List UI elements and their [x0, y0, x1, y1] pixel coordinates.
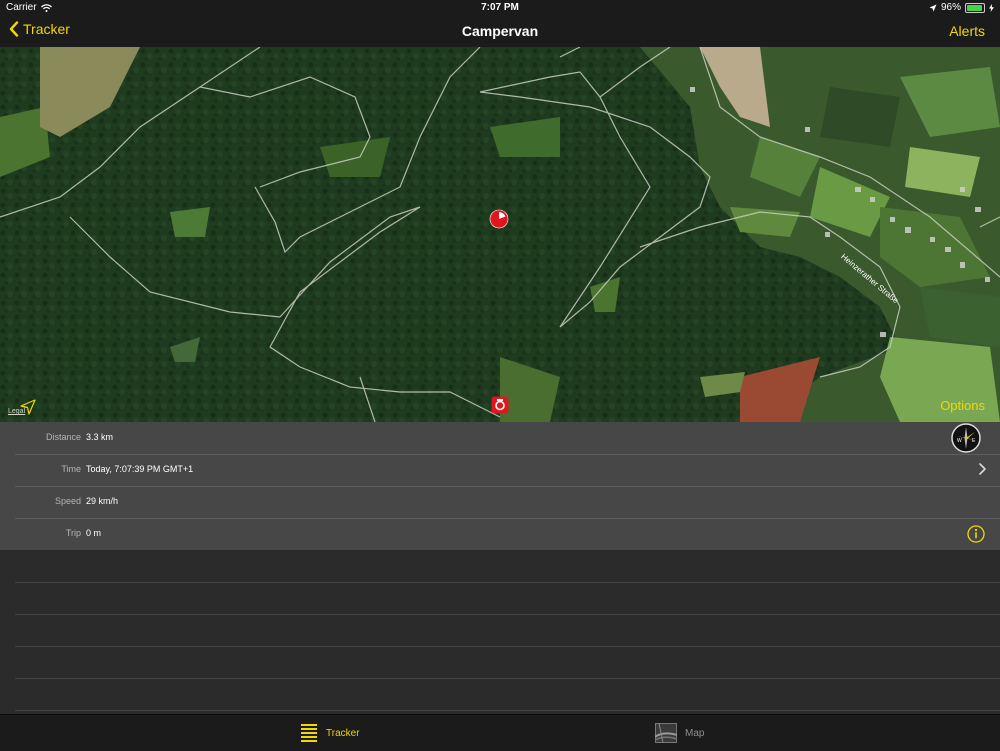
svg-text:W: W: [957, 438, 962, 444]
speed-value: 29 km/h: [86, 496, 119, 506]
satellite-map[interactable]: Heinzerather Straße Legal Options: [0, 47, 1000, 422]
pie-marker-icon[interactable]: [489, 209, 509, 229]
chevron-right-icon[interactable]: [976, 462, 988, 476]
tab-tracker-label: Tracker: [326, 727, 360, 739]
compass-icon[interactable]: W E: [951, 423, 981, 453]
divider: [15, 678, 1000, 679]
tab-tracker[interactable]: Tracker: [300, 715, 360, 751]
status-time: 7:07 PM: [481, 2, 519, 13]
map-icon: [655, 723, 677, 743]
camera-marker-icon[interactable]: [491, 396, 509, 414]
battery-percent: 96%: [940, 2, 961, 13]
detail-row-trip: Trip 0 m: [15, 518, 1000, 550]
info-icon[interactable]: [967, 525, 985, 543]
distance-label: Distance: [45, 432, 81, 442]
battery-icon: [965, 2, 985, 13]
divider: [15, 646, 1000, 647]
details-panel: Distance 3.3 km Time Today, 7:07:39 PM G…: [0, 422, 1000, 550]
status-right: 96%: [929, 2, 994, 13]
divider: [15, 710, 1000, 711]
divider: [15, 582, 1000, 583]
divider: [15, 614, 1000, 615]
location-arrow-icon: [929, 4, 937, 11]
tab-map-label: Map: [685, 727, 705, 739]
tab-bar: Tracker Map: [0, 714, 1000, 751]
time-value: Today, 7:07:39 PM GMT+1: [86, 464, 194, 474]
alerts-button[interactable]: Alerts: [949, 23, 985, 39]
detail-row-speed: Speed 29 km/h: [15, 486, 1000, 519]
distance-value: 3.3 km: [86, 432, 114, 442]
detail-row-distance: Distance 3.3 km: [15, 422, 1000, 455]
map-imagery: [0, 47, 1000, 422]
trip-label: Trip: [65, 528, 81, 538]
options-button[interactable]: Options: [940, 398, 985, 413]
charging-icon: [989, 3, 994, 12]
status-bar: Carrier 7:07 PM 96%: [0, 0, 1000, 16]
detail-row-time[interactable]: Time Today, 7:07:39 PM GMT+1: [15, 454, 1000, 487]
speed-label: Speed: [54, 496, 81, 506]
time-label: Time: [61, 464, 81, 474]
list-icon: [301, 724, 317, 742]
location-arrow-icon[interactable]: [20, 399, 36, 415]
trip-value: 0 m: [86, 528, 102, 538]
tab-map[interactable]: Map: [655, 715, 704, 751]
page-title: Campervan: [461, 23, 539, 39]
navigation-bar: Tracker Campervan Alerts: [0, 16, 1000, 48]
empty-list: [0, 550, 1000, 714]
